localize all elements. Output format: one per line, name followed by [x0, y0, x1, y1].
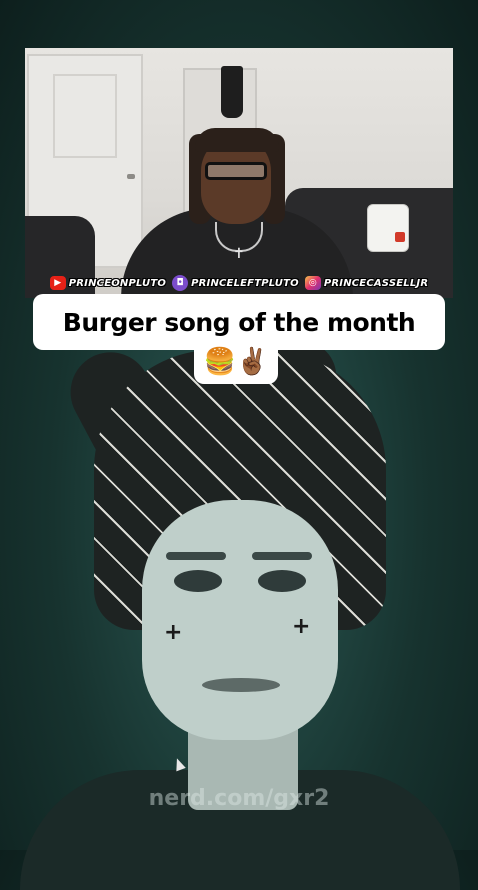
twitch-icon: ◘	[172, 275, 189, 291]
youtube-icon: ▶	[49, 276, 66, 290]
cross-mark-right: +	[292, 614, 311, 639]
mouth	[202, 678, 280, 692]
watermark: nerd.com/gxr2	[148, 786, 330, 811]
youtube-handle: PRINCEONPLUTO	[68, 277, 167, 289]
social-instagram: ◎ PRINCECASSELLJR	[304, 276, 429, 290]
caption-emoji: 🍔✌🏾	[194, 340, 278, 384]
hanging-clothes	[221, 66, 243, 118]
eye-right	[258, 570, 306, 592]
door-panel	[53, 74, 117, 158]
hair-top	[195, 128, 279, 152]
jug-cap	[395, 232, 405, 242]
cross-pendant: ✝	[233, 246, 245, 262]
brow-right	[252, 552, 312, 560]
painted-face: + +	[142, 500, 338, 740]
brow-left	[166, 552, 226, 560]
glasses	[205, 162, 267, 180]
jester-portrait: + +	[20, 331, 460, 890]
instagram-icon: ◎	[304, 276, 321, 290]
eye-left	[174, 570, 222, 592]
water-jug	[367, 204, 409, 252]
reaction-video-frame: ✝	[25, 48, 453, 298]
door-handle	[127, 174, 135, 179]
social-youtube: ▶ PRINCEONPLUTO	[49, 276, 167, 290]
social-twitch: ◘ PRINCELEFTPLUTO	[172, 275, 299, 291]
instagram-handle: PRINCECASSELLJR	[323, 277, 429, 289]
cross-mark-left: +	[164, 620, 183, 645]
twitch-handle: PRINCELEFTPLUTO	[191, 277, 299, 289]
social-handles-bar: ▶ PRINCEONPLUTO ◘ PRINCELEFTPLUTO ◎ PRIN…	[25, 272, 453, 294]
